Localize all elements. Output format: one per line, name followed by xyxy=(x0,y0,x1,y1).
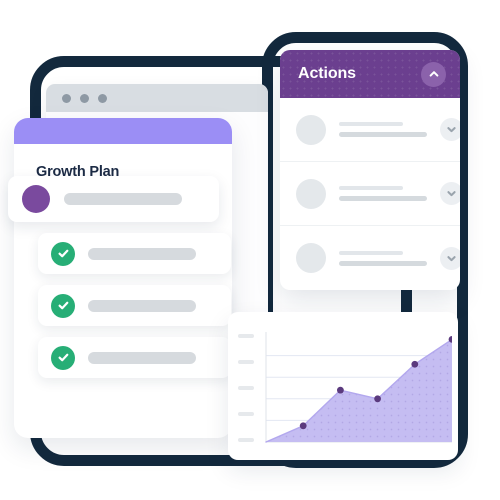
avatar xyxy=(22,185,50,213)
chevron-up-icon[interactable] xyxy=(421,61,446,87)
illustration-canvas: Growth Plan Actions xyxy=(0,0,500,500)
actions-panel: Actions xyxy=(280,50,460,290)
window-dot-red[interactable] xyxy=(62,93,71,103)
action-title-placeholder xyxy=(339,250,403,255)
avatar xyxy=(296,178,326,209)
user-row-card[interactable] xyxy=(8,176,219,222)
task-item[interactable] xyxy=(38,337,231,378)
actions-panel-header: Actions xyxy=(280,50,460,98)
check-circle-icon xyxy=(51,345,75,370)
task-label-placeholder xyxy=(88,351,196,364)
avatar xyxy=(296,243,326,273)
action-title-placeholder xyxy=(339,186,403,190)
task-item[interactable] xyxy=(38,233,231,274)
action-list-item[interactable] xyxy=(280,162,460,226)
task-list xyxy=(38,233,231,389)
y-axis-tick-label xyxy=(238,360,254,364)
action-item-text xyxy=(339,186,427,201)
actions-panel-title: Actions xyxy=(298,65,356,82)
y-axis-tick-label xyxy=(238,438,254,442)
action-subtitle-placeholder xyxy=(339,196,427,201)
area-chart-plot xyxy=(265,332,452,443)
action-subtitle-placeholder xyxy=(339,260,427,266)
check-circle-icon xyxy=(51,241,75,266)
analytics-chart-card xyxy=(228,312,458,460)
browser-titlebar xyxy=(46,84,268,112)
window-dot-green[interactable] xyxy=(98,93,107,103)
panel-accent-band xyxy=(14,118,232,144)
action-item-text xyxy=(339,250,427,266)
y-axis-tick-label xyxy=(238,334,254,338)
check-circle-icon xyxy=(51,293,75,318)
window-dot-yellow[interactable] xyxy=(80,93,89,103)
action-item-text xyxy=(339,122,427,137)
user-name-placeholder xyxy=(64,193,182,205)
task-label-placeholder xyxy=(88,299,196,312)
action-list-item[interactable] xyxy=(280,98,460,162)
task-item[interactable] xyxy=(38,285,231,326)
chevron-down-icon[interactable] xyxy=(440,182,460,205)
chevron-down-icon[interactable] xyxy=(440,246,460,270)
action-subtitle-placeholder xyxy=(339,132,427,137)
chevron-down-icon[interactable] xyxy=(440,118,460,141)
avatar xyxy=(296,114,326,145)
task-label-placeholder xyxy=(88,247,196,260)
action-title-placeholder xyxy=(339,122,403,126)
action-list-item[interactable] xyxy=(280,226,460,290)
chart-area xyxy=(228,312,458,460)
y-axis-tick-label xyxy=(238,412,254,416)
y-axis-tick-label xyxy=(238,386,254,390)
